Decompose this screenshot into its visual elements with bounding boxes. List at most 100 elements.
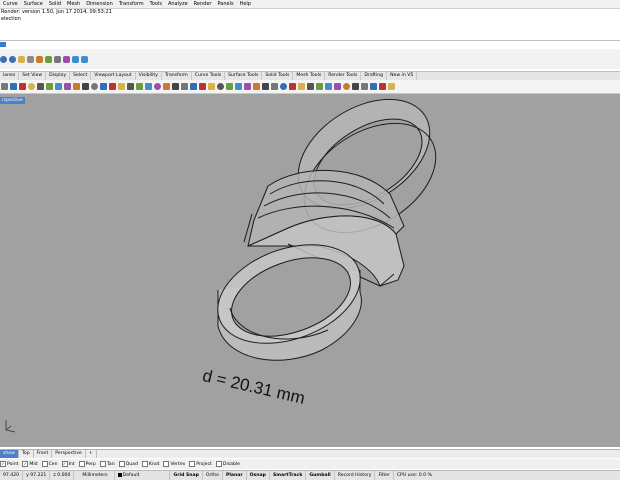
toolbar-tool-icon[interactable] [343, 83, 350, 90]
toolbar-tool-icon[interactable] [235, 83, 242, 90]
tab-new-in-v5[interactable]: New in V5 [387, 72, 418, 80]
menu-item-panels[interactable]: Panels [214, 0, 236, 8]
toolbar-tool-icon[interactable] [28, 83, 35, 90]
toolbar-tool-icon[interactable] [370, 83, 377, 90]
menu-item-analyze[interactable]: Analyze [165, 0, 191, 8]
toolbar-tool-icon[interactable] [271, 83, 278, 90]
menu-item-solid[interactable]: Solid [46, 0, 64, 8]
osnap-point[interactable]: ✓ Point [0, 461, 22, 467]
toolbar-tool-icon[interactable] [217, 83, 224, 90]
checkbox-icon[interactable] [78, 461, 85, 467]
tab-transform[interactable]: Transform [162, 72, 192, 80]
toolbar-tool-icon[interactable] [118, 83, 125, 90]
osnap-mid[interactable]: ✓ Mid [22, 461, 41, 467]
toolbar-tool-icon[interactable] [46, 83, 53, 90]
tab-show[interactable]: show [0, 450, 19, 458]
toolbar-tool-icon[interactable] [208, 83, 215, 90]
checkbox-icon[interactable] [41, 461, 48, 467]
checkbox-icon[interactable] [118, 461, 125, 467]
toolbar-tool-icon[interactable] [289, 83, 296, 90]
globe-icon[interactable] [9, 55, 16, 63]
tab-render-tools[interactable]: Render Tools [325, 72, 362, 80]
perspective-viewport[interactable]: rspective [0, 94, 620, 447]
toolbar-tool-icon[interactable] [307, 83, 314, 90]
osnap-disable[interactable]: Disable [215, 461, 244, 467]
toolbar-tool-icon[interactable] [55, 83, 62, 90]
tab-front[interactable]: Front [34, 450, 53, 458]
osnap-int[interactable]: ✓ Int [61, 461, 79, 467]
menu-item-tools[interactable]: Tools [147, 0, 165, 8]
toolbar-tool-icon[interactable] [73, 83, 80, 90]
tab-top[interactable]: Top [19, 450, 34, 458]
toolbar-tool-icon[interactable] [334, 83, 341, 90]
checkbox-checked-icon[interactable]: ✓ [0, 461, 6, 467]
toolbar-tool-icon[interactable] [316, 83, 323, 90]
checkbox-checked-icon[interactable]: ✓ [61, 461, 68, 467]
toolbar-tool-icon[interactable] [37, 83, 44, 90]
toolbar-tool-icon[interactable] [361, 83, 368, 90]
tab-curve-tools[interactable]: Curve Tools [192, 72, 226, 80]
menu-item-help[interactable]: Help [237, 0, 254, 8]
toolbar-tool-icon[interactable] [1, 83, 8, 90]
toolbar-tool-icon[interactable] [163, 83, 170, 90]
toolbar-tool-icon[interactable] [136, 83, 143, 90]
tab-layers[interactable]: lanes [0, 72, 20, 80]
globe-icon[interactable] [0, 55, 7, 63]
toolbar-tool-icon[interactable] [19, 83, 26, 90]
toolbar-tool-icon[interactable] [109, 83, 116, 90]
tool-icon[interactable] [63, 55, 70, 63]
tool-icon[interactable] [81, 55, 88, 63]
folder-icon[interactable] [18, 55, 25, 63]
toolbar-tool-icon[interactable] [226, 83, 233, 90]
menu-item-curve[interactable]: Curve [0, 0, 21, 8]
tool-icon[interactable] [36, 55, 43, 63]
tab-surface-tools[interactable]: Surface Tools [225, 72, 263, 80]
toolbar-tool-icon[interactable] [154, 83, 161, 90]
tool-icon[interactable] [54, 55, 61, 63]
checkbox-icon[interactable] [163, 461, 170, 467]
tab-solid-tools[interactable]: Solid Tools [262, 72, 294, 80]
toolbar-tool-icon[interactable] [388, 83, 395, 90]
toolbar-tool-icon[interactable] [181, 83, 188, 90]
toolbar-tool-icon[interactable] [298, 83, 305, 90]
tab-display[interactable]: Display [46, 72, 71, 80]
toolbar-tool-icon[interactable] [190, 83, 197, 90]
tab-viewport-layout[interactable]: Viewport Layout [91, 72, 136, 80]
tab-visibility[interactable]: Visibility [136, 72, 162, 80]
link-icon[interactable] [27, 55, 34, 63]
toolbar-tool-icon[interactable] [325, 83, 332, 90]
tab-select[interactable]: Select [70, 72, 92, 80]
checkbox-icon[interactable] [189, 461, 196, 467]
toolbar-tool-icon[interactable] [91, 83, 98, 90]
toolbar-tool-icon[interactable] [280, 83, 287, 90]
toolbar-tool-icon[interactable] [64, 83, 71, 90]
osnap-vertex[interactable]: Vertex [163, 461, 189, 467]
menu-item-transform[interactable]: Transform [116, 0, 147, 8]
toolbar-tool-icon[interactable] [10, 83, 17, 90]
tool-icon[interactable] [72, 55, 79, 63]
osnap-cen[interactable]: Cen [41, 461, 62, 467]
tab-drafting[interactable]: Drafting [361, 72, 388, 80]
tool-icon[interactable] [45, 55, 52, 63]
osnap-perp[interactable]: Perp [78, 461, 100, 467]
toolbar-tool-icon[interactable] [244, 83, 251, 90]
toolbar-tool-icon[interactable] [379, 83, 386, 90]
osnap-tan[interactable]: Tan [99, 461, 119, 467]
toolbar-tool-icon[interactable] [199, 83, 206, 90]
checkbox-icon[interactable] [215, 461, 222, 467]
menu-item-dimension[interactable]: Dimension [83, 0, 116, 8]
tab-set-view[interactable]: Set View [19, 72, 47, 80]
tab-mesh-tools[interactable]: Mesh Tools [293, 72, 326, 80]
osnap-project[interactable]: Project [189, 461, 216, 467]
toolbar-tool-icon[interactable] [172, 83, 179, 90]
toolbar-tool-icon[interactable] [253, 83, 260, 90]
osnap-quad[interactable]: Quad [118, 461, 142, 467]
toolbar-tool-icon[interactable] [262, 83, 269, 90]
toolbar-tool-icon[interactable] [145, 83, 152, 90]
add-viewport-button[interactable]: + [86, 450, 97, 458]
toolbar-tool-icon[interactable] [82, 83, 89, 90]
toolbar-tool-icon[interactable] [352, 83, 359, 90]
toolbar-tool-icon[interactable] [100, 83, 107, 90]
tab-perspective[interactable]: Perspective [52, 450, 86, 458]
viewport-title[interactable]: rspective [0, 97, 25, 104]
